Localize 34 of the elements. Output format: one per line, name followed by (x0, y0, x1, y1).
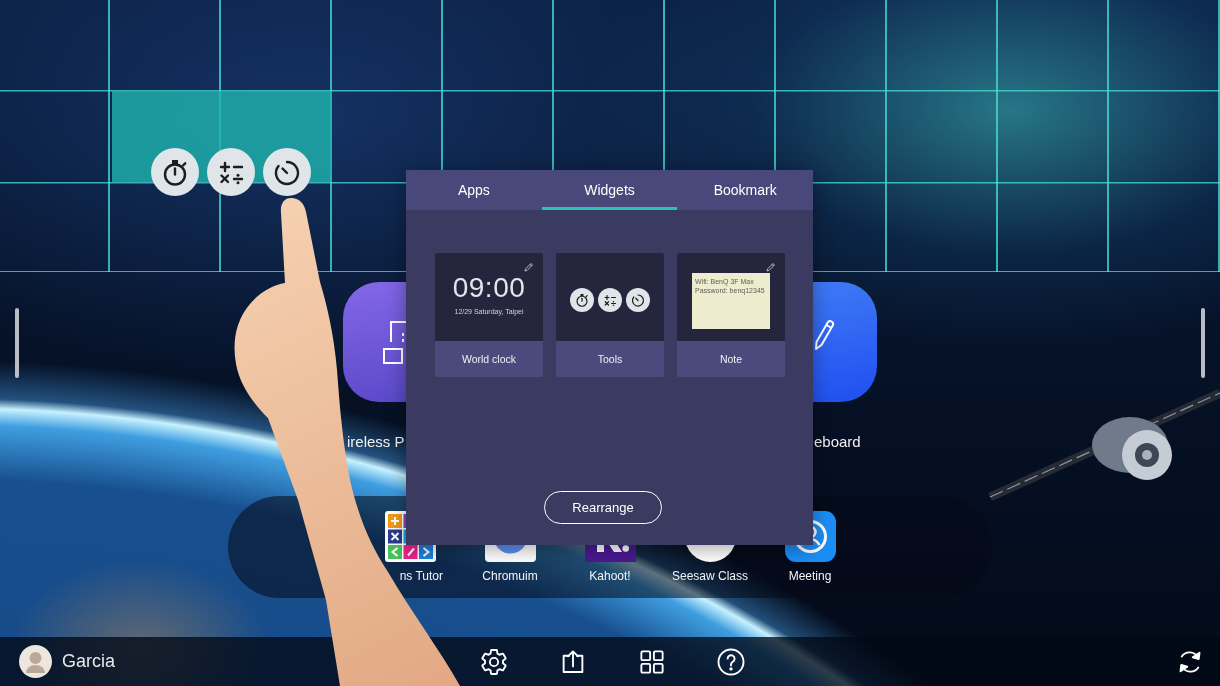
widget-card[interactable]: Tools (556, 253, 664, 377)
user-name: Garcia (62, 651, 115, 672)
widget-label: World clock (460, 352, 518, 367)
settings-icon[interactable] (478, 646, 509, 677)
tab[interactable]: Bookmark (677, 170, 813, 210)
math-operators-icon[interactable] (207, 148, 255, 196)
stopwatch-icon (570, 288, 594, 312)
app-tile[interactable] (813, 282, 877, 402)
timer-icon[interactable] (263, 148, 311, 196)
clock-time: 09:00 (452, 273, 526, 303)
pencil-icon[interactable] (765, 261, 777, 273)
pencil-icon (813, 317, 837, 351)
app-label: ireless P (347, 433, 406, 451)
tab[interactable]: Apps (406, 170, 542, 210)
avatar-icon[interactable] (19, 645, 52, 678)
timer-icon (626, 288, 650, 312)
round-logo-icon[interactable] (484, 545, 536, 562)
app-logo-icon[interactable] (584, 545, 636, 562)
math-operators-icon (598, 288, 622, 312)
app-label: Chromuim (482, 568, 538, 584)
side-handle[interactable] (1201, 308, 1205, 378)
app-label: ns Tutor (399, 568, 443, 584)
stopwatch-icon[interactable] (151, 148, 199, 196)
app-label: Seesaw Class (672, 568, 748, 584)
app-label: eboard (814, 433, 862, 451)
app-label: Meeting (788, 568, 832, 584)
widget-label: Tools (596, 352, 624, 367)
pencil-icon[interactable] (523, 261, 535, 273)
tab[interactable]: Widgets (541, 170, 678, 210)
side-handle[interactable] (15, 308, 19, 378)
app-label: Kahoot! (589, 568, 631, 584)
app-tile[interactable] (343, 282, 406, 402)
help-icon[interactable] (715, 646, 746, 677)
widget-label: Note (718, 352, 744, 367)
